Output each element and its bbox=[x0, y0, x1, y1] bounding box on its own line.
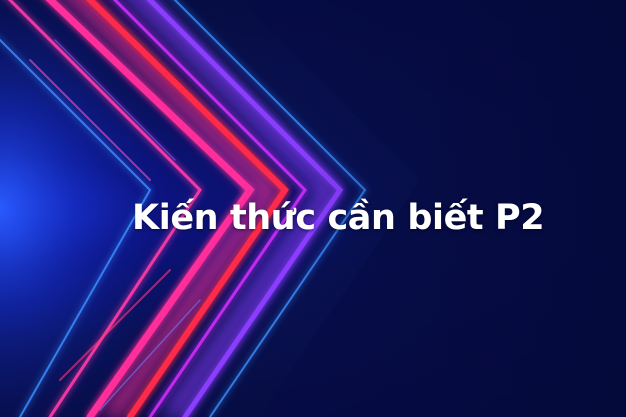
headline-title: Kiến thức cần biết P2 bbox=[132, 198, 545, 238]
banner-image: Kiến thức cần biết P2 bbox=[0, 0, 626, 417]
